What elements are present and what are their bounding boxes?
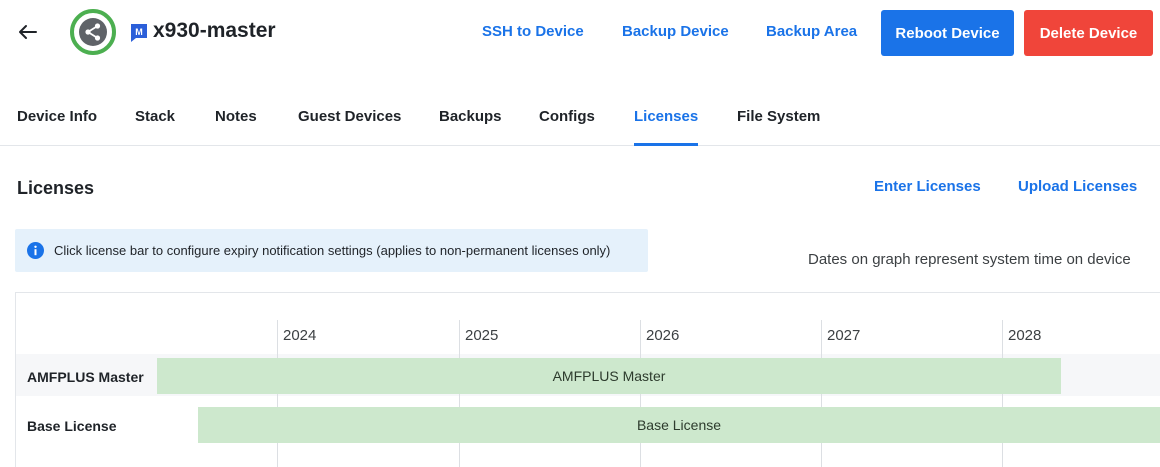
device-name: x930-master [153,19,276,42]
tab-licenses[interactable]: Licenses [634,108,698,125]
backup-device-link[interactable]: Backup Device [622,23,729,40]
year-label: 2025 [465,327,499,344]
enter-licenses-link[interactable]: Enter Licenses [874,178,981,195]
info-icon [27,242,44,259]
tab-stack[interactable]: Stack [135,108,175,125]
dates-note: Dates on graph represent system time on … [808,251,1131,268]
upload-licenses-link[interactable]: Upload Licenses [1018,178,1137,195]
license-row-label: Base License [27,418,117,434]
licenses-title: Licenses [17,178,95,198]
svg-text:M: M [135,27,143,37]
device-tabs: Device Info Stack Notes Guest Devices Ba… [0,92,1160,146]
license-bar-amfplus-master[interactable]: AMFPLUS Master [157,358,1061,394]
tab-backups[interactable]: Backups [439,108,502,125]
share-icon [79,18,107,46]
delete-device-button[interactable]: Delete Device [1024,10,1153,56]
license-row-label: AMFPLUS Master [27,369,144,385]
ssh-to-device-link[interactable]: SSH to Device [482,23,584,40]
year-label: 2028 [1008,327,1042,344]
backup-area-link[interactable]: Backup Area [766,23,857,40]
tab-configs[interactable]: Configs [539,108,595,125]
tab-file-system[interactable]: File System [737,108,820,125]
tab-guest-devices[interactable]: Guest Devices [298,108,401,125]
license-bar-base-license[interactable]: Base License [198,407,1160,443]
back-button[interactable] [14,18,42,46]
license-bar-label: Base License [636,417,722,433]
tab-notes[interactable]: Notes [215,108,257,125]
year-label: 2026 [646,327,680,344]
tab-device-info[interactable]: Device Info [17,108,97,125]
reboot-device-button[interactable]: Reboot Device [881,10,1014,56]
year-label: 2027 [827,327,861,344]
license-bar-label: AMFPLUS Master [552,368,666,384]
info-banner-text: Click license bar to configure expiry no… [54,243,611,258]
model-badge-icon: M [131,24,147,42]
active-tab-indicator [634,143,698,146]
arrow-left-icon [19,25,37,39]
device-status-avatar [70,9,116,55]
info-banner: Click license bar to configure expiry no… [15,229,648,272]
year-label: 2024 [283,327,317,344]
